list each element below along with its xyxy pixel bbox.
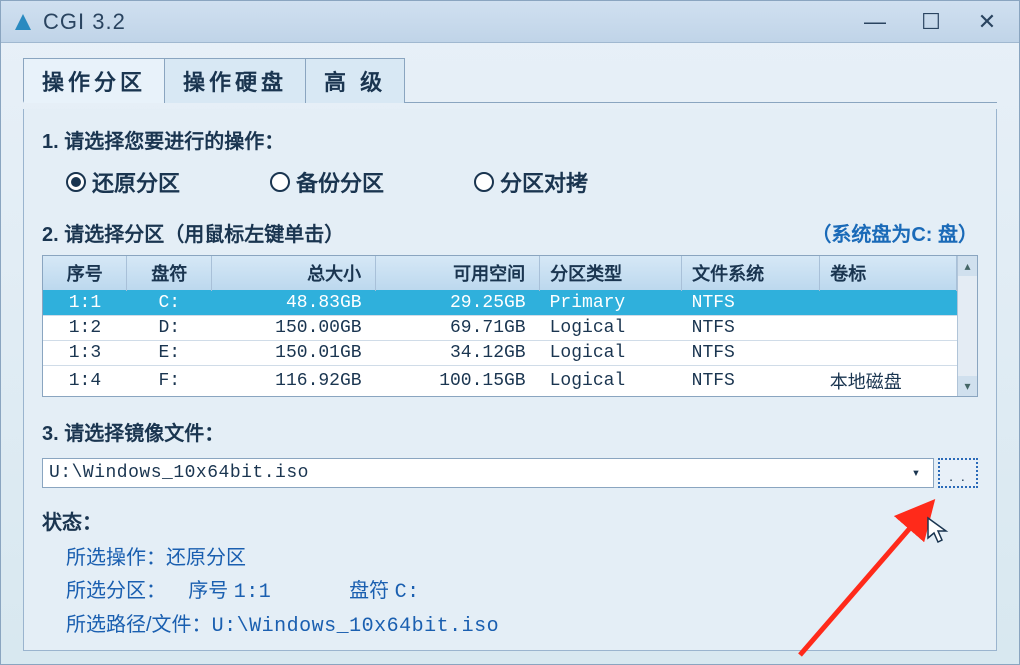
radio-dot-icon (270, 172, 290, 192)
app-window: CGI 3.2 — ☐ ✕ 操作分区 操作硬盘 高 级 1. 请选择您要进行的操… (0, 0, 1020, 665)
image-path-combobox[interactable]: U:\Windows_10x64bit.iso ▾ (42, 458, 934, 488)
partition-table-container: 序号 盘符 总大小 可用空间 分区类型 文件系统 卷标 1:1C:48.83GB… (42, 255, 978, 397)
table-cell: 1:1 (43, 291, 127, 316)
status-path-value: U:\Windows_10x64bit.iso (212, 615, 500, 638)
table-cell: Primary (540, 291, 682, 316)
maximize-button[interactable]: ☐ (903, 1, 959, 42)
status-part-label: 所选分区： (66, 580, 166, 602)
table-cell: C: (127, 291, 212, 316)
image-path-value: U:\Windows_10x64bit.iso (49, 463, 309, 483)
title-bar: CGI 3.2 — ☐ ✕ (1, 1, 1019, 43)
table-row[interactable]: 1:1C:48.83GB29.25GBPrimaryNTFS (43, 291, 957, 316)
tab-bar: 操作分区 操作硬盘 高 级 (23, 57, 997, 103)
radio-dot-icon (66, 172, 86, 192)
table-cell: 29.25GB (376, 291, 540, 316)
radio-backup-label: 备份分区 (296, 166, 384, 198)
table-row[interactable]: 1:3E:150.01GB34.12GBLogicalNTFS (43, 341, 957, 366)
table-cell: Logical (540, 366, 682, 397)
table-cell: 150.01GB (212, 341, 376, 366)
radio-copy-label: 分区对拷 (500, 166, 588, 198)
table-cell: F: (127, 366, 212, 397)
status-title: 状态： (42, 506, 978, 535)
table-cell: 1:4 (43, 366, 127, 397)
table-cell: 69.71GB (376, 316, 540, 341)
close-button[interactable]: ✕ (959, 1, 1015, 42)
table-cell: 34.12GB (376, 341, 540, 366)
status-section: 状态： 所选操作：还原分区 所选分区： 序号 1:1 盘符 C: 所选路径/文件… (42, 506, 978, 638)
status-op-value: 还原分区 (166, 547, 246, 569)
radio-backup[interactable]: 备份分区 (270, 166, 384, 198)
tab-disk[interactable]: 操作硬盘 (164, 58, 306, 103)
table-cell: 116.92GB (212, 366, 376, 397)
radio-dot-icon (474, 172, 494, 192)
status-op-line: 所选操作：还原分区 (42, 541, 978, 570)
scroll-down-icon[interactable]: ▾ (958, 376, 977, 396)
col-index[interactable]: 序号 (43, 256, 127, 291)
table-cell: E: (127, 341, 212, 366)
status-part-drive-value: C: (395, 581, 420, 604)
browse-button[interactable]: . . (938, 458, 978, 488)
step3-label: 3. 请选择镜像文件： (42, 417, 978, 446)
chevron-down-icon[interactable]: ▾ (905, 465, 927, 482)
table-cell: 100.15GB (376, 366, 540, 397)
col-ptype[interactable]: 分区类型 (540, 256, 682, 291)
step1-label: 1. 请选择您要进行的操作： (42, 125, 978, 154)
table-cell: NTFS (682, 341, 820, 366)
table-cell: Logical (540, 316, 682, 341)
col-drive[interactable]: 盘符 (127, 256, 212, 291)
tab-advanced[interactable]: 高 级 (305, 58, 405, 103)
status-partition-line: 所选分区： 序号 1:1 盘符 C: (42, 574, 978, 604)
col-label[interactable]: 卷标 (820, 256, 957, 291)
step2-section: 2. 请选择分区（用鼠标左键单击） （系统盘为C: 盘） 序号 盘符 总大小 可… (42, 218, 978, 397)
app-icon (13, 12, 33, 32)
step2-hint: （系统盘为C: 盘） (811, 218, 978, 247)
scroll-up-icon[interactable]: ▴ (958, 256, 977, 276)
radio-restore[interactable]: 还原分区 (66, 166, 180, 198)
step3-section: 3. 请选择镜像文件： U:\Windows_10x64bit.iso ▾ . … (42, 417, 978, 488)
minimize-button[interactable]: — (847, 1, 903, 42)
status-part-idx-value: 1:1 (234, 581, 272, 604)
table-row[interactable]: 1:2D:150.00GB69.71GBLogicalNTFS (43, 316, 957, 341)
table-cell (820, 341, 957, 366)
col-fs[interactable]: 文件系统 (682, 256, 820, 291)
table-cell: NTFS (682, 316, 820, 341)
table-cell (820, 291, 957, 316)
col-free[interactable]: 可用空间 (376, 256, 540, 291)
col-total[interactable]: 总大小 (212, 256, 376, 291)
table-row[interactable]: 1:4F:116.92GB100.15GBLogicalNTFS本地磁盘 (43, 366, 957, 397)
table-cell: 1:2 (43, 316, 127, 341)
table-scrollbar[interactable]: ▴ ▾ (957, 256, 977, 396)
table-cell: 1:3 (43, 341, 127, 366)
status-part-drive-label: 盘符 (349, 580, 389, 602)
table-cell: Logical (540, 341, 682, 366)
status-op-label: 所选操作： (66, 547, 166, 569)
partition-table: 序号 盘符 总大小 可用空间 分区类型 文件系统 卷标 1:1C:48.83GB… (43, 256, 957, 396)
client-area: 操作分区 操作硬盘 高 级 1. 请选择您要进行的操作： 还原分区 备份分区 (1, 43, 1019, 664)
tab-partition[interactable]: 操作分区 (23, 58, 165, 103)
status-path-label: 所选路径/文件： (66, 614, 212, 636)
tab-panel: 1. 请选择您要进行的操作： 还原分区 备份分区 分区对拷 (23, 109, 997, 651)
status-part-idx-label: 序号 (188, 580, 228, 602)
table-cell: D: (127, 316, 212, 341)
step1-section: 1. 请选择您要进行的操作： 还原分区 备份分区 分区对拷 (42, 125, 978, 198)
table-cell (820, 316, 957, 341)
table-cell: NTFS (682, 366, 820, 397)
window-controls: — ☐ ✕ (847, 1, 1015, 42)
table-cell: 本地磁盘 (820, 366, 957, 397)
table-cell: 150.00GB (212, 316, 376, 341)
table-cell: NTFS (682, 291, 820, 316)
window-title: CGI 3.2 (43, 9, 847, 35)
status-path-line: 所选路径/文件：U:\Windows_10x64bit.iso (42, 608, 978, 638)
operation-radio-group: 还原分区 备份分区 分区对拷 (42, 166, 978, 198)
radio-copy[interactable]: 分区对拷 (474, 166, 588, 198)
radio-restore-label: 还原分区 (92, 166, 180, 198)
step2-label: 2. 请选择分区（用鼠标左键单击） (42, 218, 344, 247)
table-cell: 48.83GB (212, 291, 376, 316)
